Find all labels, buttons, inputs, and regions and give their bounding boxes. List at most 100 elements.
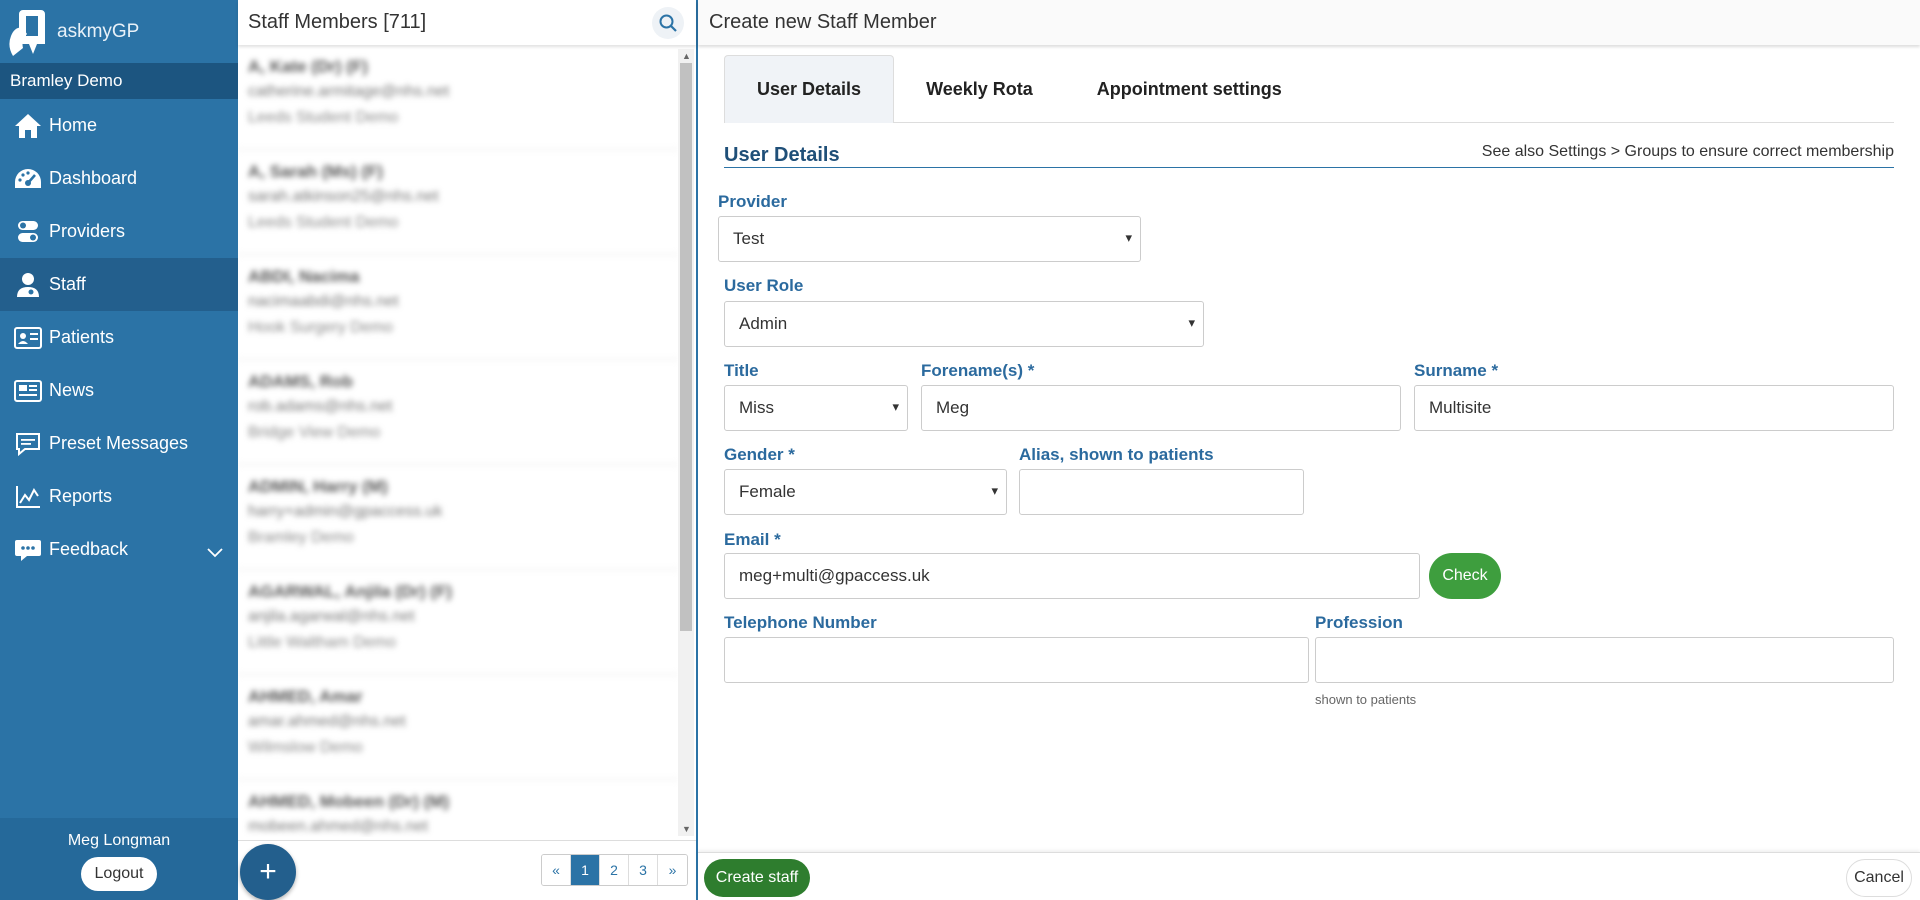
create-staff-pane: Create new Staff Member User Details Wee… bbox=[698, 0, 1920, 900]
chevron-down-icon[interactable] bbox=[206, 542, 224, 563]
list-item[interactable]: ABDI, Nacima nacimaabdi@nhs.net Hook Sur… bbox=[238, 255, 678, 360]
staff-name: A, Kate (Dr) (F) bbox=[248, 57, 368, 76]
staff-email: amar.ahmed@nhs.net bbox=[248, 713, 406, 730]
sidebar-item-label: Patients bbox=[49, 327, 115, 347]
scroll-down-arrow-icon[interactable]: ▼ bbox=[682, 824, 691, 834]
user-name: Meg Longman bbox=[67, 832, 171, 849]
sidebar-item-label: Home bbox=[49, 115, 98, 135]
forename-field[interactable]: Meg bbox=[921, 385, 1401, 431]
page-prev-button[interactable]: « bbox=[542, 855, 571, 885]
create-staff-button[interactable]: Create staff bbox=[704, 859, 810, 897]
user-role-select[interactable]: Admin bbox=[724, 301, 1204, 347]
dashboard-icon bbox=[13, 165, 43, 193]
staff-icon bbox=[13, 271, 43, 299]
page-title: Create new Staff Member bbox=[698, 0, 1920, 45]
staff-email: catherine.armitage@nhs.net bbox=[248, 83, 450, 100]
alias-field[interactable] bbox=[1019, 469, 1304, 515]
staff-organisation: Wilmslow Demo bbox=[248, 739, 363, 756]
staff-email: anjila.agarwal@nhs.net bbox=[248, 608, 415, 625]
surname-field[interactable]: Multisite bbox=[1414, 385, 1894, 431]
form-tabs: User Details Weekly Rota Appointment set… bbox=[724, 55, 1894, 123]
staff-name: AHMED, Amar bbox=[248, 687, 363, 706]
form-footer: Create staff Cancel bbox=[698, 852, 1920, 900]
staff-name: AHMED, Mobeen (Dr) (M) bbox=[248, 792, 450, 811]
tab-weekly-rota[interactable]: Weekly Rota bbox=[894, 55, 1065, 123]
staff-organisation: Bramley Demo bbox=[248, 529, 354, 546]
sidebar-item-providers[interactable]: Providers bbox=[0, 205, 238, 258]
patient-card-icon bbox=[13, 324, 43, 352]
list-item[interactable]: ADMIN, Harry (M) harry+admin@gpaccess.uk… bbox=[238, 465, 678, 570]
page-button-3[interactable]: 3 bbox=[629, 855, 658, 885]
scrollbar-thumb[interactable] bbox=[680, 63, 692, 631]
telephone-label: Telephone Number bbox=[724, 613, 877, 632]
list-item[interactable]: AHMED, Mobeen (Dr) (M) mobeen.ahmed@nhs.… bbox=[238, 780, 678, 837]
staff-list: A, Kate (Dr) (F) catherine.armitage@nhs.… bbox=[238, 45, 678, 837]
check-email-button[interactable]: Check bbox=[1429, 553, 1501, 599]
sidebar-item-preset-messages[interactable]: Preset Messages bbox=[0, 417, 238, 470]
profession-hint: shown to patients bbox=[1315, 692, 1417, 707]
list-item[interactable]: AGARWAL, Anjila (Dr) (F) anjila.agarwal@… bbox=[238, 570, 678, 675]
staff-organisation: Leeds Student Demo bbox=[248, 214, 399, 231]
sidebar-item-staff[interactable]: Staff bbox=[0, 258, 238, 311]
page-next-button[interactable]: » bbox=[658, 855, 687, 885]
tab-user-details[interactable]: User Details bbox=[724, 55, 895, 123]
providers-icon bbox=[13, 218, 43, 246]
list-item[interactable]: A, Sarah (Ms) (F) sarah.atkinson25@nhs.n… bbox=[238, 150, 678, 255]
logo[interactable]: askmyGP bbox=[0, 0, 238, 63]
tab-appointment-settings[interactable]: Appointment settings bbox=[1065, 55, 1314, 123]
search-icon[interactable] bbox=[652, 7, 684, 39]
logout-button[interactable]: Logout bbox=[80, 857, 158, 891]
staff-email: rob.adams@nhs.net bbox=[248, 398, 393, 415]
news-icon bbox=[13, 377, 43, 405]
sidebar-item-feedback[interactable]: Feedback bbox=[0, 523, 238, 576]
practice-name[interactable]: Bramley Demo bbox=[0, 63, 238, 99]
profession-field[interactable] bbox=[1315, 637, 1894, 683]
email-value: meg+multi@gpaccess.uk bbox=[739, 566, 930, 585]
list-item[interactable]: AHMED, Amar amar.ahmed@nhs.net Wilmslow … bbox=[238, 675, 678, 780]
pagination: « 1 2 3 » bbox=[541, 854, 688, 886]
page-button-1[interactable]: 1 bbox=[571, 855, 600, 885]
list-scrollbar[interactable]: ▲ ▼ bbox=[678, 49, 694, 836]
sidebar-item-label: Dashboard bbox=[49, 168, 138, 188]
title-select[interactable]: Miss bbox=[724, 385, 908, 431]
add-staff-button[interactable]: + bbox=[240, 844, 296, 900]
page-button-2[interactable]: 2 bbox=[600, 855, 629, 885]
sidebar-item-label: Providers bbox=[49, 221, 126, 241]
email-label: Email * bbox=[724, 530, 781, 549]
staff-organisation: Little Waltham Demo bbox=[248, 634, 396, 651]
staff-email: nacimaabdi@nhs.net bbox=[248, 293, 399, 310]
title-label: Title bbox=[724, 361, 759, 380]
provider-select[interactable]: Test bbox=[718, 216, 1141, 262]
sidebar-item-reports[interactable]: Reports bbox=[0, 470, 238, 523]
surname-value: Multisite bbox=[1429, 398, 1492, 417]
surname-label: Surname * bbox=[1414, 361, 1499, 380]
sidebar-item-label: Reports bbox=[49, 486, 113, 506]
cancel-button[interactable]: Cancel bbox=[1846, 859, 1912, 897]
sidebar-item-dashboard[interactable]: Dashboard bbox=[0, 152, 238, 205]
staff-list-title: Staff Members [711] bbox=[248, 11, 427, 33]
scroll-up-arrow-icon[interactable]: ▲ bbox=[682, 51, 691, 61]
sidebar-item-news[interactable]: News bbox=[0, 364, 238, 417]
provider-label: Provider bbox=[718, 192, 787, 211]
staff-email: mobeen.ahmed@nhs.net bbox=[248, 818, 428, 835]
feedback-icon bbox=[13, 536, 43, 564]
staff-email: sarah.atkinson25@nhs.net bbox=[248, 188, 439, 205]
list-item[interactable]: A, Kate (Dr) (F) catherine.armitage@nhs.… bbox=[238, 45, 678, 150]
sidebar-item-home[interactable]: Home bbox=[0, 99, 238, 152]
alias-label: Alias, shown to patients bbox=[1019, 445, 1214, 464]
staff-name: ABDI, Nacima bbox=[248, 267, 360, 286]
staff-name: AGARWAL, Anjila (Dr) (F) bbox=[248, 582, 452, 601]
sidebar-item-label: News bbox=[49, 380, 95, 400]
sidebar-item-patients[interactable]: Patients bbox=[0, 311, 238, 364]
sidebar-item-label: Preset Messages bbox=[49, 433, 189, 453]
telephone-field[interactable] bbox=[724, 637, 1309, 683]
forename-value: Meg bbox=[936, 398, 970, 417]
sidebar-item-label: Staff bbox=[49, 274, 86, 294]
gender-select[interactable]: Female bbox=[724, 469, 1007, 515]
staff-organisation: Hook Surgery Demo bbox=[248, 319, 393, 336]
forename-label: Forename(s) * bbox=[921, 361, 1035, 380]
sidebar-footer: Meg Longman Logout bbox=[0, 818, 238, 900]
list-item[interactable]: ADAMS, Rob rob.adams@nhs.net Bridge View… bbox=[238, 360, 678, 465]
staff-list-header: Staff Members [711] bbox=[238, 0, 696, 45]
email-field[interactable]: meg+multi@gpaccess.uk bbox=[724, 553, 1420, 599]
